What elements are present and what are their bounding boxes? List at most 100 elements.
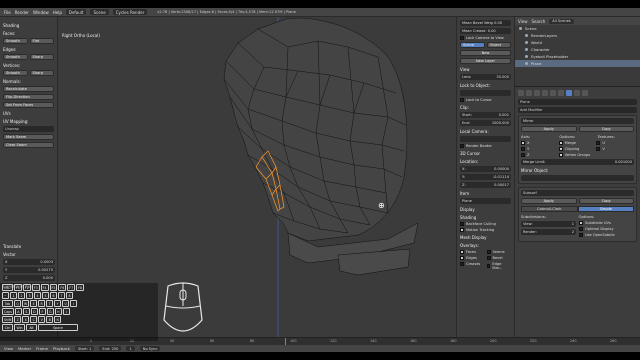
view-panel-header[interactable]: View [460,67,511,72]
unwrap-dropdown[interactable]: Unwrap [3,126,54,132]
subsurf-name-field[interactable]: Subsurf [521,190,634,196]
subsurf-apply-button[interactable]: Apply [521,198,577,204]
view-levels-field[interactable]: View: 1 [521,221,576,227]
recalculate-button[interactable]: Recalculate [3,86,54,92]
edge-marks-checkbox[interactable]: Edge Mar... [486,262,512,270]
data-tab-icon[interactable] [574,90,580,96]
catmull-clark-tab[interactable]: Catmull-Clark [521,206,578,212]
outliner-display-mode[interactable]: All Scenes [549,18,574,24]
shading-panel-header[interactable]: Shading [460,215,511,220]
menu-window[interactable]: Window [33,10,49,15]
translate-x-field[interactable]: X 0.0003 [3,259,55,265]
subdivide-uvs-checkbox[interactable]: Subdivide UVs [579,221,634,225]
mirror-name-field[interactable]: Mirror [521,118,634,124]
clear-seam-button[interactable]: Clear Seam [3,142,54,148]
vertices-smooth-button[interactable]: Smooth [3,70,28,76]
mean-crease-field[interactable]: Mean Crease: 0.00 [460,28,511,34]
backface-culling-checkbox[interactable]: Backface Culling [460,222,511,226]
start-frame-field[interactable]: Start: 1 [74,346,95,351]
scene-selector[interactable]: Scene [90,9,109,15]
outliner-item[interactable]: Character [515,46,640,53]
timeline-marker-menu[interactable]: Marker [18,346,31,351]
motion-tracking-checkbox[interactable]: Motion Tracking [460,228,511,232]
shading-panel-header[interactable]: Shading [3,23,54,28]
merge-limit-field[interactable]: Merge Limit: 0.001000 [521,159,634,165]
clip-end-field[interactable]: End: 1000.000 [460,120,511,126]
display-panel-header[interactable]: Display [460,207,511,212]
faces-flat-button[interactable]: Flat [29,38,54,44]
vertices-sharp-button[interactable]: Sharp [29,70,54,76]
mark-seam-button[interactable]: Mark Seam [3,134,54,140]
set-from-faces-button[interactable]: Set From Faces [3,102,54,108]
faces-smooth-button[interactable]: Smooth [3,38,28,44]
timeline-frame-menu[interactable]: Frame [36,346,48,351]
lock-object-field[interactable] [460,90,511,96]
3d-cursor-panel-header[interactable]: 3D Cursor [460,151,511,156]
uvs-panel-header[interactable]: UVs [3,111,54,116]
layers-tab-icon[interactable] [526,90,532,96]
outliner-item[interactable]: Scene [515,25,640,32]
creases-checkbox[interactable]: Creases [460,262,485,266]
optimal-display-checkbox[interactable]: Optimal Display [579,227,634,231]
constraints-tab-icon[interactable] [558,90,564,96]
lock-camera-checkbox[interactable]: Lock Camera to View [460,36,511,40]
outliner-item[interactable]: Plane [515,60,640,67]
mirror-y-checkbox[interactable]: Y [521,147,559,151]
cursor-x-field[interactable]: X: 0.00000 [460,166,511,172]
current-frame-field[interactable]: 1 [126,346,135,351]
mirror-object-field[interactable] [521,175,634,181]
add-modifier-dropdown[interactable]: Add Modifier [518,107,637,113]
menu-help[interactable]: Help [53,10,62,15]
item-name-field[interactable]: Plane [460,198,511,204]
cursor-y-field[interactable]: Y: -0.01114 [460,174,511,180]
clipping-checkbox[interactable]: Clipping [558,147,597,151]
modifiers-tab-icon[interactable] [566,90,572,96]
edges-sharp-button[interactable]: Sharp [29,54,54,60]
render-levels-field[interactable]: Render: 2 [521,229,576,235]
layout-selector[interactable]: Default [65,9,87,15]
seams-checkbox[interactable]: Seams [486,250,512,254]
lens-field[interactable]: Lens: 35.000 [460,74,511,80]
edges-checkbox[interactable]: Edges [460,256,485,260]
merge-checkbox[interactable]: Merge [558,141,597,145]
scene-tab-icon[interactable] [534,90,540,96]
edges-smooth-button[interactable]: Smooth [3,54,28,60]
outliner-item[interactable]: World [515,39,640,46]
new-layer-button[interactable]: New Layer [460,58,511,64]
menu-render[interactable]: Render [15,10,29,15]
outliner-item[interactable]: Eyeball Placeholder [515,53,640,60]
translate-y-field[interactable]: Y 0.00275 [3,267,55,273]
object-tab-icon[interactable] [550,90,556,96]
mesh-display-panel-header[interactable]: Mesh Display [460,235,511,240]
3d-cursor-icon[interactable]: ⊕ [378,201,385,210]
translate-header[interactable]: Translate [3,244,55,249]
new-button[interactable]: New [460,50,511,56]
end-frame-field[interactable]: End: 250 [99,346,122,351]
render-engine-selector[interactable]: Cycles Render [112,9,148,15]
sync-mode-dropdown[interactable]: No Sync [139,346,161,351]
menu-file[interactable]: File [4,10,11,15]
item-panel-header[interactable]: Item [460,191,511,196]
bevel-checkbox[interactable]: Bevel [486,256,512,260]
timeline-view-menu[interactable]: View [4,346,13,351]
vertex-groups-checkbox[interactable]: Vertex Groups [558,153,597,157]
mirror-z-checkbox[interactable]: Z [521,153,559,157]
render-border-checkbox[interactable]: Render Border [460,144,511,148]
translate-z-field[interactable]: Z 0.000 [3,275,55,281]
local-camera-field[interactable] [460,136,511,142]
faces-checkbox[interactable]: Faces [460,250,485,254]
world-tab-icon[interactable] [542,90,548,96]
outliner-view-menu[interactable]: View [518,19,528,24]
timeline-playback-menu[interactable]: Playback [53,346,70,351]
scene-tab[interactable]: Scene [460,42,485,48]
object-tab[interactable]: Object [486,42,511,48]
clip-start-field[interactable]: Start: 0.001 [460,112,511,118]
render-tab-icon[interactable] [518,90,524,96]
lock-to-cursor-checkbox[interactable]: Lock to Cursor [460,98,511,102]
mirror-apply-button[interactable]: Apply [521,126,577,132]
outliner-item[interactable]: RenderLayers [515,32,640,39]
object-name-field[interactable]: Plane [518,99,637,105]
subsurf-copy-button[interactable]: Copy [578,198,634,204]
texture-u-checkbox[interactable]: U [596,141,634,145]
use-opensubdiv-checkbox[interactable]: Use OpenSubdiv [579,233,634,237]
